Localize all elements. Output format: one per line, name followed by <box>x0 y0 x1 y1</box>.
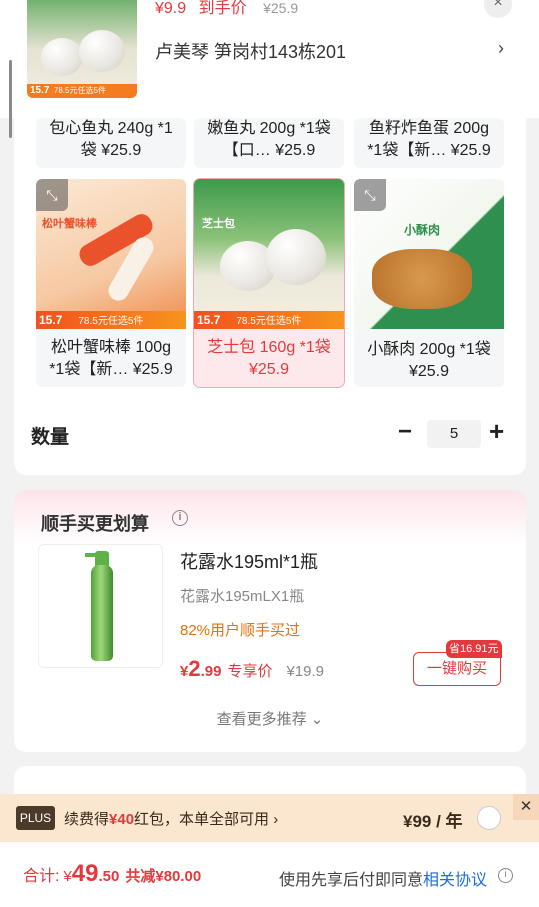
plus-text-suffix: 红包，本单全部可用 › <box>134 811 279 828</box>
price-value: 9.9 <box>163 0 187 17</box>
price-tag: 专享价 <box>227 663 273 680</box>
total-symbol: ¥ <box>63 868 72 885</box>
image-label: 小酥肉 <box>404 223 441 237</box>
sku-option[interactable]: 小酥肉 ⤡ 小酥肉 200g *1袋 ¥25.9 <box>354 179 504 387</box>
total-int: 49 <box>71 860 99 887</box>
view-more-link[interactable]: 查看更多推荐 ⌄ <box>14 708 526 729</box>
promo-strip: 15.7 78.5元任选5件 <box>194 311 344 329</box>
sku-option-name: 嫩鱼丸 200g *1袋【口… ¥25.9 <box>207 120 331 159</box>
sku-option[interactable]: 鱼籽炸鱼蛋 200g *1袋【新… ¥25.9 <box>354 118 504 168</box>
strip-text: 78.5元任选5件 <box>236 316 302 327</box>
addon-product-name[interactable]: 花露水195ml*1瓶 <box>180 548 318 574</box>
checkout-bar: 合计: ¥49.50 共减¥80.00 使用先享后付即同意相关协议 i <box>0 842 539 907</box>
sku-option-name: 松叶蟹味棒 100g *1袋【新… ¥25.9 <box>49 339 173 378</box>
info-icon[interactable]: i <box>498 868 513 883</box>
sku-option[interactable]: 松叶蟹味棒 ⤡ 15.7 78.5元任选5件 松叶蟹味棒 100g *1袋【新… … <box>36 179 186 387</box>
plus-text[interactable]: 续费得¥40红包，本单全部可用 › <box>64 808 278 829</box>
zoom-icon[interactable]: ⤡ <box>36 179 68 211</box>
thumb-promo-strip: 15.7 78.5元任选5件 <box>27 84 137 98</box>
promo-strip: 15.7 78.5元任选5件 <box>36 311 186 329</box>
addon-product-image[interactable] <box>38 544 163 668</box>
quantity-minus-button[interactable]: − <box>398 420 412 444</box>
bottle-image <box>91 565 113 661</box>
plus-text-highlight: ¥40 <box>109 811 135 828</box>
agreement-link[interactable]: 相关协议 <box>423 872 487 889</box>
total-discount: 共减¥80.00 <box>125 868 202 885</box>
delivery-address[interactable]: 卢美琴 笋岗村143栋201 <box>155 38 346 64</box>
plus-membership-bar[interactable]: PLUS 续费得¥40红包，本单全部可用 › ¥99 / 年 ✕ <box>0 794 539 842</box>
sku-option-name: 包心鱼丸 240g *1袋 ¥25.9 <box>49 120 173 159</box>
addon-title: 顺手买更划算 <box>41 514 149 534</box>
scrollbar[interactable] <box>9 60 12 138</box>
top-price: ¥9.9 到手价 ¥25.9 <box>155 0 298 18</box>
strip-text: 78.5元任选5件 <box>78 316 144 327</box>
crispy-pork-image <box>372 249 472 309</box>
quantity-label: 数量 <box>31 427 70 448</box>
thumb-strip-price: 15.7 <box>30 85 50 96</box>
addon-card: 顺手买更划算 i 花露水195ml*1瓶 花露水195mLX1瓶 82%用户顺手… <box>14 490 526 752</box>
save-badge: 省16.91元 <box>446 640 502 658</box>
quantity-input[interactable]: 5 <box>427 420 481 448</box>
agreement-prefix: 使用先享后付即同意 <box>279 872 424 889</box>
agreement-text: 使用先享后付即同意相关协议 <box>279 866 487 890</box>
plus-radio[interactable] <box>477 806 501 830</box>
fishball-image <box>266 229 326 285</box>
original-price: ¥25.9 <box>263 0 299 16</box>
total-price: 合计: ¥49.50 共减¥80.00 <box>23 860 201 888</box>
price-symbol: ¥ <box>155 0 164 17</box>
sku-option-selected[interactable]: 芝士包 15.7 78.5元任选5件 芝士包 160g *1袋 ¥25.9 <box>193 178 345 388</box>
sku-option-image: 芝士包 15.7 78.5元任选5件 <box>194 179 344 329</box>
price-tag: 到手价 <box>198 0 247 17</box>
addon-product-spec: 花露水195mLX1瓶 <box>180 588 305 605</box>
strip-price: 15.7 <box>197 313 221 327</box>
total-dec: .50 <box>98 868 120 885</box>
sku-option[interactable]: 嫩鱼丸 200g *1袋【口… ¥25.9 <box>194 118 344 168</box>
thumb-strip-text: 78.5元任选5件 <box>53 86 106 95</box>
plus-text-prefix: 续费得 <box>64 811 110 828</box>
strip-price: 15.7 <box>39 313 63 327</box>
close-icon[interactable]: × <box>484 0 512 18</box>
close-icon[interactable]: ✕ <box>513 794 539 820</box>
image-label: 芝士包 <box>202 218 235 230</box>
original-price: ¥19.9 <box>286 663 325 680</box>
info-icon[interactable]: i <box>172 510 188 526</box>
top-product-card: 15.7 78.5元任选5件 ¥9.9 到手价 ¥25.9 × 卢美琴 笋岗村1… <box>0 0 539 118</box>
sku-option-image: 松叶蟹味棒 ⤡ 15.7 78.5元任选5件 <box>36 179 186 329</box>
addon-price: ¥2.99 专享价 ¥19.9 <box>180 656 324 682</box>
price-dec: .99 <box>200 663 222 680</box>
addon-buy-rate: 82%用户顺手买过 <box>180 622 301 639</box>
plus-badge: PLUS <box>16 806 55 830</box>
sku-option-name: 鱼籽炸鱼蛋 200g *1袋【新… ¥25.9 <box>367 120 491 159</box>
sku-option-name: 小酥肉 200g *1袋 ¥25.9 <box>367 341 491 380</box>
quantity-plus-button[interactable]: + <box>489 418 504 444</box>
fishball-image <box>41 38 83 76</box>
fishball-image <box>79 30 125 72</box>
price-int: 2 <box>188 656 201 681</box>
product-thumbnail[interactable]: 15.7 78.5元任选5件 <box>27 0 137 98</box>
sku-option[interactable]: 包心鱼丸 240g *1袋 ¥25.9 <box>36 118 186 168</box>
image-label: 松叶蟹味棒 <box>42 218 97 230</box>
sku-option-image: 小酥肉 ⤡ <box>354 179 504 329</box>
total-label: 合计: <box>23 868 60 885</box>
chevron-right-icon[interactable]: › <box>498 38 504 59</box>
sku-option-name: 芝士包 160g *1袋 ¥25.9 <box>207 339 331 378</box>
plus-price: ¥99 / 年 <box>403 812 463 831</box>
zoom-icon[interactable]: ⤡ <box>354 179 386 211</box>
